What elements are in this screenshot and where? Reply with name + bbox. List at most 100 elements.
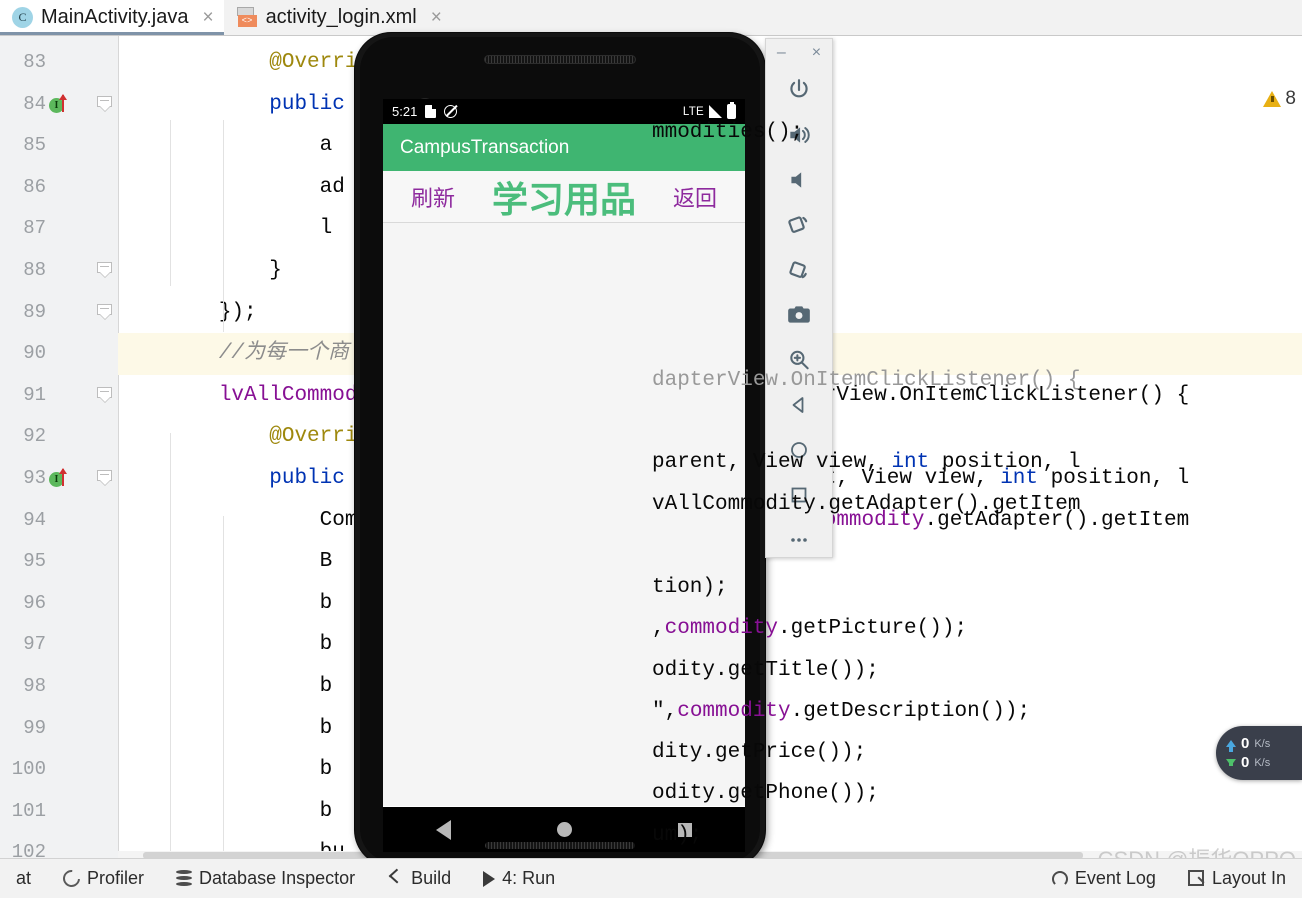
code-fold-icon[interactable] (97, 470, 113, 487)
gutter-line[interactable]: 86 (0, 167, 118, 209)
code-line-fragment[interactable]: dapterView.OnItemClickListener() { (652, 360, 1302, 402)
gutter-line[interactable]: 99 (0, 708, 118, 750)
tab-active-underline (0, 32, 224, 35)
status-left-truncated[interactable]: at (0, 868, 47, 889)
tab-activity-login-xml[interactable]: <> activity_login.xml × (223, 0, 452, 35)
minimize-icon[interactable]: – (777, 44, 786, 62)
tab-label: activity_login.xml (265, 5, 417, 28)
status-item-label: Build (411, 868, 452, 888)
gutter-line[interactable]: 88 (0, 250, 118, 292)
gutter-line[interactable]: 90 (0, 333, 118, 375)
code-fold-icon[interactable] (97, 386, 113, 404)
indent-guide (170, 120, 171, 286)
profiler-icon (59, 866, 84, 891)
gutter-line[interactable]: 85 (0, 125, 118, 167)
gutter-line[interactable]: 87 (0, 208, 118, 250)
gutter-line[interactable]: 101 (0, 791, 118, 833)
back-button[interactable]: 返回 (673, 181, 717, 213)
do-not-disturb-icon (444, 105, 458, 118)
line-number: 102 (11, 841, 46, 858)
refresh-button[interactable]: 刷新 (411, 181, 455, 213)
android-studio-window: C MainActivity.java × <> activity_login.… (0, 0, 1302, 898)
camera-icon[interactable] (766, 292, 832, 337)
code-line-fragment[interactable]: um); (652, 815, 1302, 857)
code-line-fragment[interactable]: mmodities(); (652, 112, 1302, 154)
gutter-line[interactable]: 97 (0, 624, 118, 666)
close-icon[interactable]: × (812, 44, 821, 62)
line-number: 97 (23, 633, 46, 656)
status-item-profiler[interactable]: Profiler (47, 866, 160, 891)
status-item-label: Event Log (1074, 868, 1156, 888)
line-number: 98 (23, 675, 46, 697)
code-line-fragment[interactable]: vAllCommodity.getAdapter().getItem (652, 484, 1302, 526)
inspection-warning-badge[interactable]: 8 (1263, 88, 1296, 110)
code-line-fragment[interactable]: tion); (652, 567, 1302, 609)
status-bar-time: 5:21 (392, 104, 418, 119)
gutter-line[interactable]: 102 (0, 832, 118, 858)
tab-label: MainActivity.java (41, 5, 189, 28)
line-number: 89 (23, 300, 46, 323)
event-log-icon (1051, 870, 1068, 887)
rotate-right-icon[interactable] (766, 247, 832, 292)
tab-close-icon[interactable]: × (431, 8, 442, 27)
xml-layout-icon: <> (236, 6, 258, 28)
rotate-left-icon[interactable] (766, 202, 832, 247)
code-line-fragment[interactable]: dity.getPrice()); (652, 732, 1302, 774)
build-hammer-icon (387, 870, 404, 887)
warning-count: 8 (1285, 88, 1296, 109)
status-item-layout-inspector[interactable]: Layout In (1172, 868, 1302, 889)
home-circle-icon[interactable] (557, 822, 572, 837)
gutter-line[interactable]: 84 I (0, 84, 118, 126)
gutter-line[interactable]: 91 (0, 375, 118, 417)
status-item-label: Database Inspector (199, 868, 356, 888)
gutter-line[interactable]: 83 (0, 42, 118, 84)
tab-close-icon[interactable]: × (202, 8, 213, 27)
code-line-fragment[interactable]: ,commodity.getPicture()); (652, 608, 1302, 650)
power-icon[interactable] (766, 67, 832, 112)
code-fold-icon[interactable] (97, 262, 113, 279)
ide-status-bar: at Profiler Database Inspector Build 4: … (0, 858, 1302, 898)
gutter-line[interactable]: 95 (0, 541, 118, 583)
bottom-speaker-icon (485, 842, 635, 849)
run-gutter-icon[interactable]: I (49, 93, 67, 114)
app-title: CampusTransaction (400, 136, 570, 158)
editor-tab-bar: C MainActivity.java × <> activity_login.… (0, 0, 1302, 36)
gutter-line[interactable]: 89 (0, 292, 118, 334)
status-item-database-inspector[interactable]: Database Inspector (160, 868, 371, 889)
gutter-line[interactable]: 100 (0, 749, 118, 791)
line-number: 83 (23, 51, 46, 73)
line-number: 100 (11, 758, 46, 781)
gutter-line[interactable]: 94 (0, 500, 118, 542)
warning-triangle-icon (1263, 91, 1282, 107)
run-gutter-icon[interactable]: I (49, 468, 67, 488)
status-item-run[interactable]: 4: Run (467, 868, 571, 889)
gutter-line[interactable]: 98 (0, 666, 118, 708)
status-item-label: 4: Run (502, 868, 556, 888)
gutter-line[interactable]: 92 (0, 416, 118, 458)
code-line-fragment[interactable]: parent, View view, int position, l (652, 442, 1302, 484)
line-number: 101 (11, 799, 46, 822)
layout-inspector-icon (1187, 870, 1205, 887)
line-number: 94 (23, 508, 46, 531)
code-line-fragment[interactable]: ",commodity.getDescription()); (652, 691, 1302, 733)
back-triangle-icon[interactable] (436, 819, 451, 840)
sd-card-icon (425, 105, 437, 118)
editor-gutter[interactable]: 83 84 I 85 86 87 88 89 90 91 92 93 I 94 95 96 97 98 99 100 1… (0, 36, 118, 858)
java-class-icon: C (12, 6, 33, 28)
tab-mainactivity-java[interactable]: C MainActivity.java × (0, 0, 224, 35)
code-fold-icon[interactable] (97, 303, 113, 321)
volume-down-icon[interactable] (766, 157, 832, 202)
status-item-event-log[interactable]: Event Log (1036, 868, 1172, 889)
line-number: 92 (23, 425, 46, 448)
earpiece-speaker-icon (484, 55, 636, 64)
status-left-label: at (16, 868, 32, 888)
code-line-fragment[interactable]: odity.getPhone()); (652, 773, 1302, 815)
status-item-build[interactable]: Build (371, 868, 467, 889)
code-fold-icon[interactable] (97, 95, 113, 113)
line-number: 84 (23, 92, 46, 115)
code-line-fragment[interactable]: odity.getTitle()); (652, 650, 1302, 692)
gutter-line[interactable]: 93 I (0, 458, 118, 500)
line-number: 99 (23, 716, 46, 739)
line-number: 88 (23, 259, 46, 281)
gutter-line[interactable]: 96 (0, 583, 118, 625)
